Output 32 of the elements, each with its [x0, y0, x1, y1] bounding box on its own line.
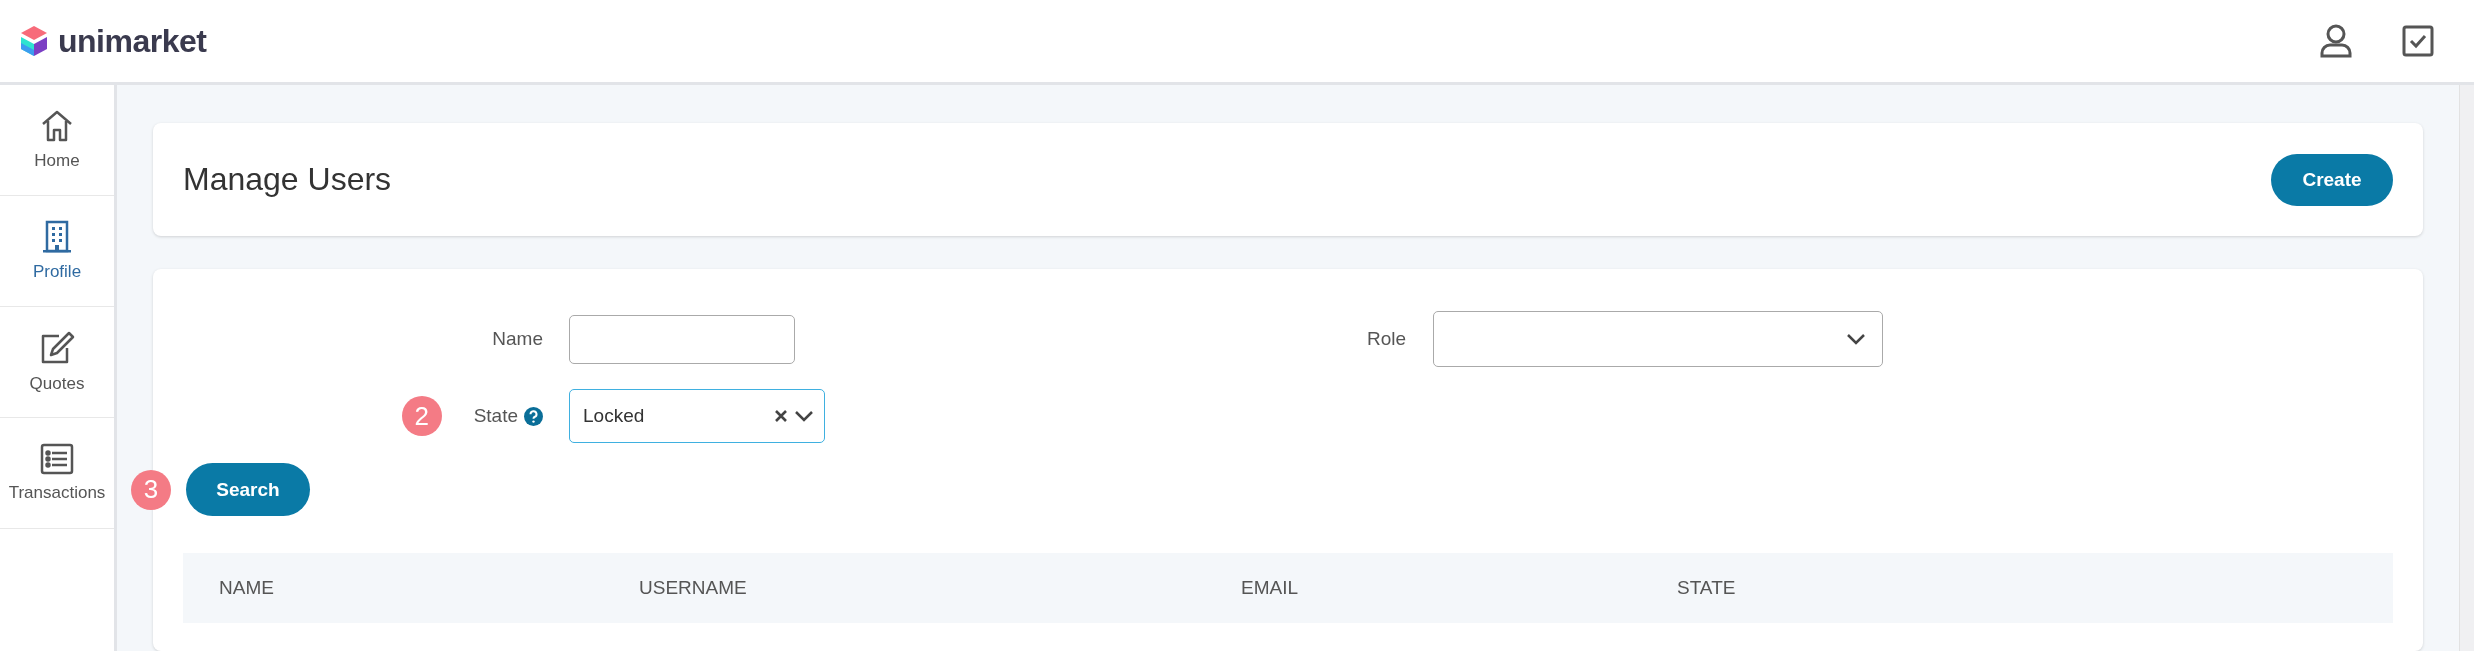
- nav-item[interactable]: Transactions: [0, 418, 114, 529]
- nav-item[interactable]: Home: [0, 85, 114, 196]
- nav-item[interactable]: Quotes: [0, 307, 114, 418]
- help-icon[interactable]: [524, 406, 543, 426]
- column-header: STATE: [1677, 577, 1736, 599]
- search-button[interactable]: Search: [186, 463, 310, 516]
- page-title: Manage Users: [183, 161, 392, 198]
- column-header: USERNAME: [639, 577, 748, 599]
- scrollbar[interactable]: [2459, 85, 2474, 651]
- user-icon[interactable]: [2318, 23, 2354, 59]
- select-value: Locked: [583, 405, 646, 427]
- column-header: EMAIL: [1241, 577, 1300, 599]
- logo-text: unimarket: [58, 22, 207, 60]
- list-icon: [40, 443, 74, 475]
- clear-icon[interactable]: [774, 409, 788, 423]
- field-label: State: [473, 405, 518, 427]
- chevron-down-icon: [1846, 333, 1866, 345]
- state-select[interactable]: Locked: [569, 389, 825, 443]
- step-badge: 3: [131, 469, 171, 510]
- field-label: Name: [492, 328, 543, 350]
- cube-logo-icon: [20, 25, 48, 57]
- nav-item[interactable]: Profile: [0, 196, 114, 307]
- chevron-down-icon: [794, 410, 814, 422]
- name-input[interactable]: [569, 314, 795, 364]
- building-icon: [40, 220, 74, 254]
- field-label: Role: [1366, 328, 1406, 350]
- pencil-square-icon: [39, 330, 75, 366]
- checkbox-icon[interactable]: [2402, 25, 2434, 57]
- column-header: NAME: [218, 577, 275, 599]
- home-icon: [40, 109, 74, 143]
- create-button[interactable]: Create: [2271, 153, 2393, 206]
- step-badge: 2: [401, 396, 442, 436]
